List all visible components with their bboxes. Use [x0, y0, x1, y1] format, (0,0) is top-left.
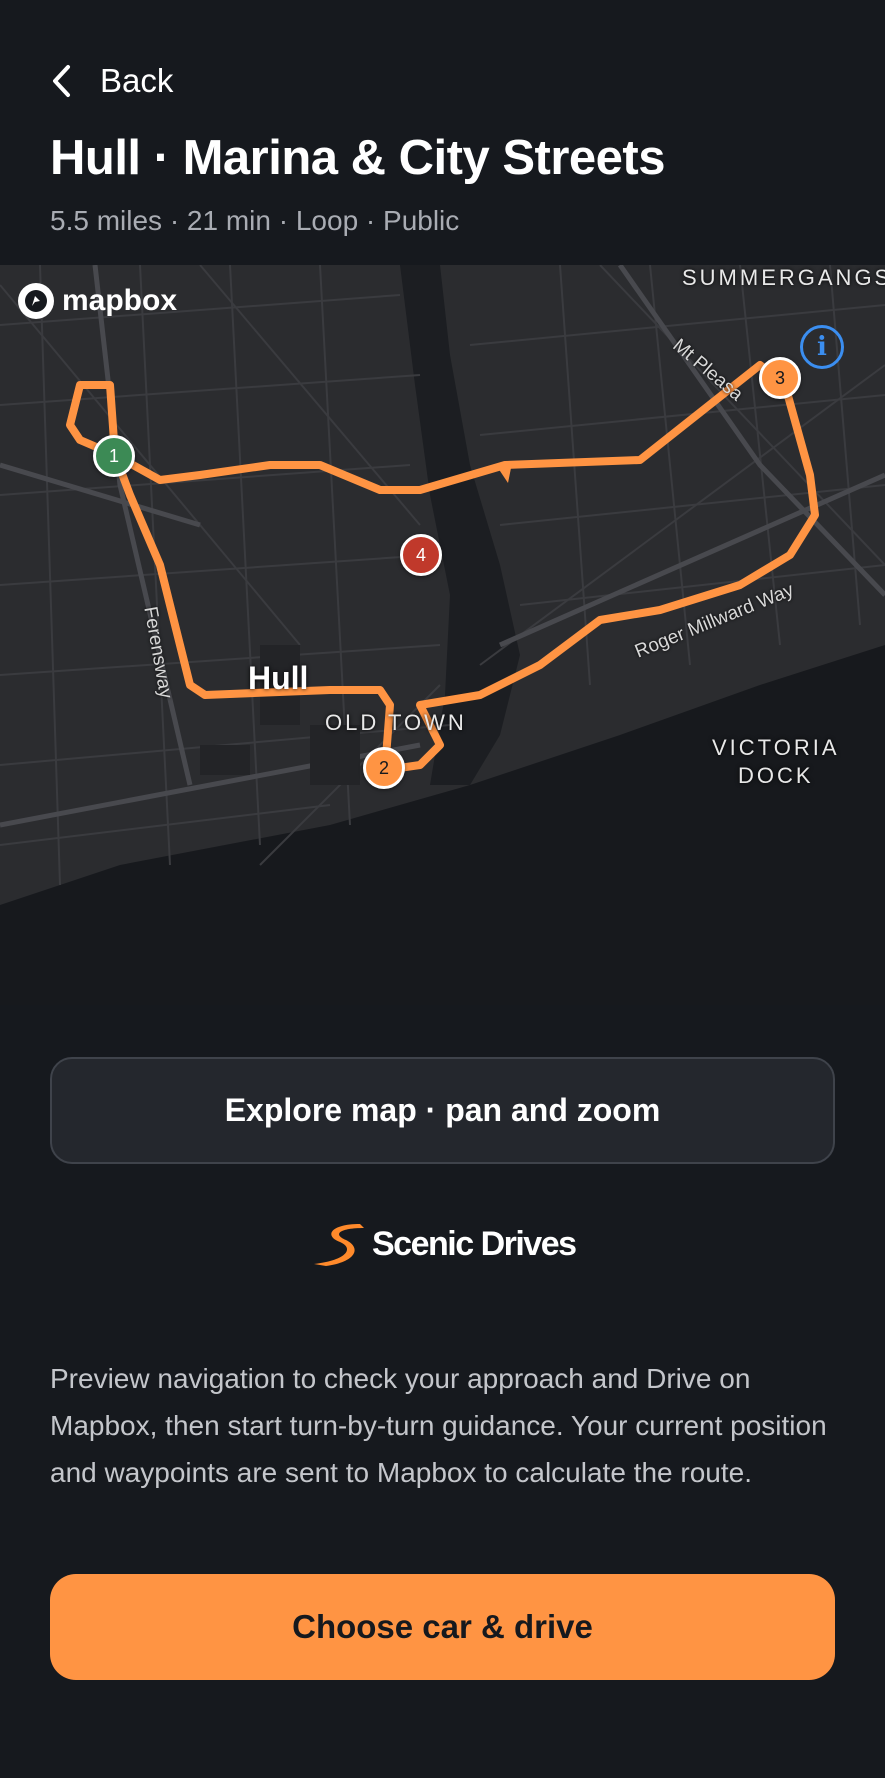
area-label-dock: DOCK — [738, 763, 814, 788]
mapbox-wordmark: mapbox — [62, 284, 178, 317]
choose-car-drive-label: Choose car & drive — [292, 1608, 593, 1645]
waypoint-1[interactable]: 1 — [93, 435, 135, 477]
area-label-old-town: OLD TOWN — [325, 710, 467, 735]
map-info-icon[interactable]: i — [800, 325, 844, 369]
map-base — [0, 265, 885, 1005]
choose-car-drive-button[interactable]: Choose car & drive — [50, 1574, 835, 1680]
explore-map-label: Explore map · pan and zoom — [224, 1092, 661, 1128]
mapbox-attribution[interactable]: mapbox — [18, 283, 177, 319]
area-label-victoria: VICTORIA — [712, 735, 840, 760]
mapbox-logo-icon — [18, 283, 54, 319]
navigation-description: Preview navigation to check your approac… — [50, 1363, 827, 1488]
waypoint-4[interactable]: 4 — [400, 534, 442, 576]
explore-map-button[interactable]: Explore map · pan and zoom — [50, 1057, 835, 1164]
waypoint-3[interactable]: 3 — [759, 357, 801, 399]
page-title: Hull · Marina & City Streets — [50, 131, 665, 185]
brand-name: Scenic Drives — [372, 1224, 577, 1263]
back-button[interactable]: Back — [50, 62, 173, 100]
chevron-left-icon — [53, 65, 70, 97]
waypoint-2[interactable]: 2 — [363, 747, 405, 789]
back-label: Back — [100, 62, 174, 99]
scenic-road-icon — [314, 1224, 364, 1266]
route-summary: 5.5 miles · 21 min · Loop · Public — [50, 205, 460, 236]
area-label-summergangs: SUMMERGANGS — [682, 265, 885, 290]
route-map[interactable]: mapbox i SUMMERGANGS OLD TOWN VICTORIA D… — [0, 265, 885, 1005]
scenic-drives-logo: Scenic Drives — [310, 1220, 577, 1268]
city-label-hull: Hull — [248, 660, 309, 696]
